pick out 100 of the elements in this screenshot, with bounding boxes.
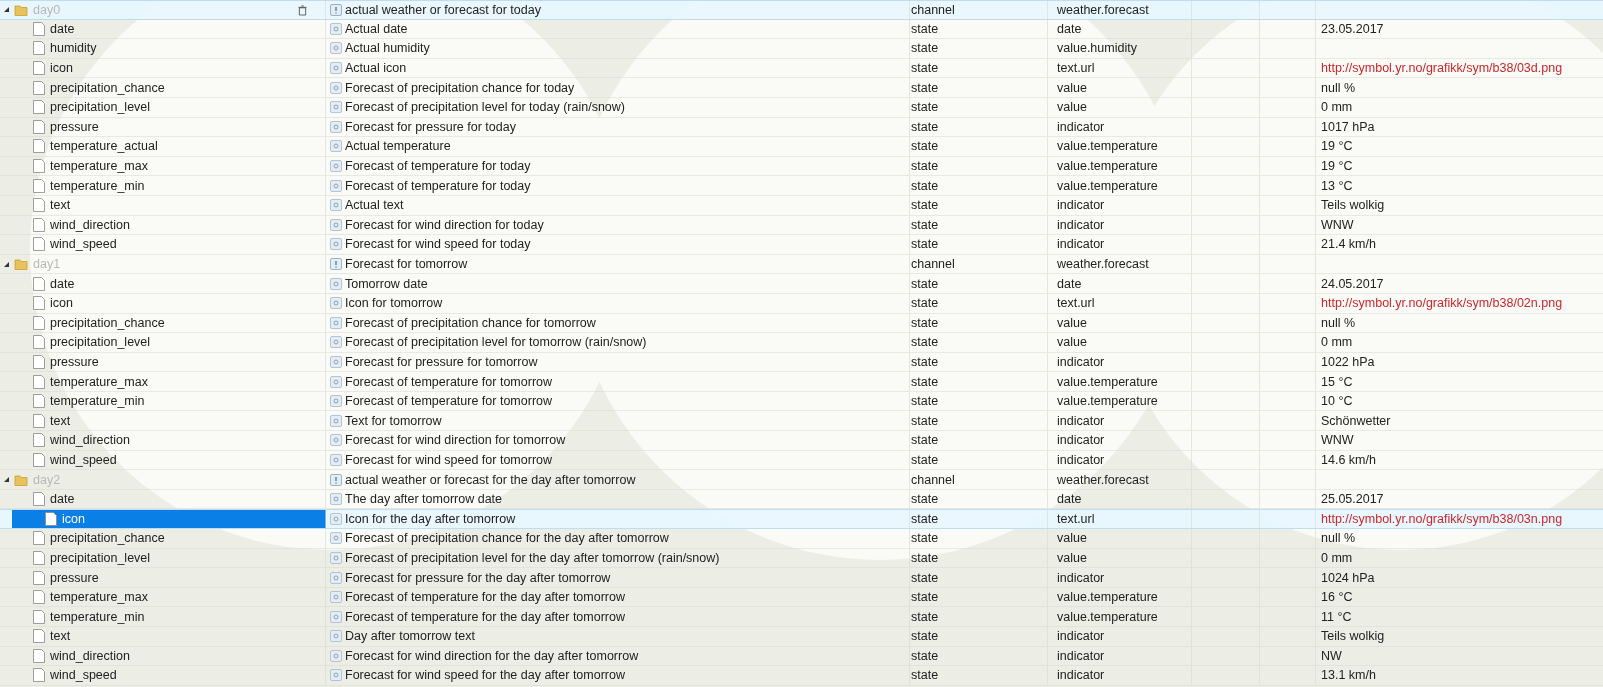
state-name[interactable]: icon bbox=[62, 512, 85, 527]
state-name[interactable]: wind_direction bbox=[50, 648, 130, 663]
role-text: value bbox=[1057, 315, 1087, 330]
value-text: null % bbox=[1321, 531, 1356, 546]
role-text: indicator bbox=[1057, 648, 1105, 663]
file-icon bbox=[33, 178, 45, 193]
value-text: 1022 hPa bbox=[1321, 355, 1375, 369]
state-name[interactable]: wind_speed bbox=[50, 237, 117, 252]
state-name[interactable]: temperature_max bbox=[50, 374, 148, 389]
type-text: state bbox=[911, 80, 939, 95]
file-icon bbox=[33, 629, 45, 644]
type-text: state bbox=[911, 335, 939, 350]
role-text: weather.forecast bbox=[1057, 472, 1149, 487]
trash-icon[interactable] bbox=[298, 5, 307, 16]
state-name[interactable]: precipitation_chance bbox=[50, 531, 165, 546]
state-icon bbox=[330, 81, 342, 94]
role-text: date bbox=[1057, 21, 1082, 36]
file-icon bbox=[33, 21, 45, 36]
description-text: Forecast of precipitation level for the day after tomorrow (rain/snow) bbox=[345, 550, 720, 565]
state-icon bbox=[330, 277, 342, 290]
state-name[interactable]: wind_direction bbox=[50, 433, 130, 448]
value-text: 19 °C bbox=[1321, 159, 1353, 174]
description-text: Forecast of precipitation chance for today bbox=[345, 80, 575, 95]
state-name[interactable]: text bbox=[50, 629, 71, 644]
description-text: Forecast of temperature for the day after tomorrow bbox=[345, 609, 625, 624]
role-text: weather.forecast bbox=[1057, 2, 1149, 17]
state-name[interactable]: precipitation_level bbox=[50, 335, 151, 350]
state-name[interactable]: icon bbox=[50, 61, 73, 76]
state-icon bbox=[330, 395, 342, 408]
file-icon bbox=[33, 100, 45, 115]
description-text: Day after tomorrow text bbox=[345, 629, 475, 644]
description-text: Forecast of precipitation level for today (rain/snow) bbox=[345, 100, 625, 115]
state-name[interactable]: temperature_min bbox=[50, 609, 145, 624]
state-name[interactable]: temperature_min bbox=[50, 394, 145, 409]
type-text: state bbox=[911, 21, 939, 36]
channel-icon bbox=[330, 3, 342, 16]
state-icon bbox=[330, 336, 342, 349]
type-text: state bbox=[911, 119, 939, 134]
type-text: channel bbox=[911, 257, 955, 271]
role-text: value.temperature bbox=[1057, 394, 1158, 409]
state-icon bbox=[330, 630, 342, 643]
type-text: state bbox=[911, 648, 939, 663]
description-text: Forecast of temperature for tomorrow bbox=[345, 374, 553, 389]
expand-toggle[interactable] bbox=[4, 477, 9, 483]
role-text: weather.forecast bbox=[1057, 257, 1149, 271]
type-text: state bbox=[911, 570, 939, 585]
state-name[interactable]: precipitation_chance bbox=[50, 80, 165, 95]
role-text: value.temperature bbox=[1057, 178, 1158, 193]
description-text: Forecast of temperature for the day after tomorrow bbox=[345, 590, 625, 605]
type-text: state bbox=[911, 609, 939, 624]
value-text: 0 mm bbox=[1321, 100, 1353, 115]
state-icon bbox=[330, 551, 342, 564]
url-value: http://symbol.yr.no/grafikk/sym/b38/03d.png bbox=[1321, 61, 1563, 76]
value-text: 11 °C bbox=[1321, 609, 1352, 624]
state-name[interactable]: temperature_actual bbox=[50, 139, 158, 154]
state-name[interactable]: wind_direction bbox=[50, 217, 130, 232]
expand-toggle[interactable] bbox=[4, 261, 9, 267]
state-name[interactable]: wind_speed bbox=[50, 668, 117, 683]
state-name[interactable]: date bbox=[50, 492, 75, 507]
value-text: 10 °C bbox=[1321, 394, 1353, 409]
value-text: 16 °C bbox=[1321, 590, 1353, 605]
type-text: state bbox=[911, 452, 939, 467]
state-name[interactable]: wind_speed bbox=[50, 452, 117, 467]
expand-toggle[interactable] bbox=[4, 7, 9, 13]
role-text: date bbox=[1057, 492, 1082, 507]
state-name[interactable]: temperature_max bbox=[50, 590, 148, 605]
type-text: state bbox=[911, 276, 939, 291]
description-text: Forecast for pressure for the day after tomorrow bbox=[345, 570, 611, 585]
state-icon bbox=[330, 669, 342, 682]
type-text: state bbox=[911, 512, 939, 527]
role-text: value bbox=[1057, 80, 1087, 95]
state-name[interactable]: precipitation_level bbox=[50, 550, 151, 565]
state-icon bbox=[330, 120, 342, 133]
state-name[interactable]: precipitation_chance bbox=[50, 315, 165, 330]
type-text: state bbox=[911, 668, 939, 683]
state-icon bbox=[330, 591, 342, 604]
file-icon bbox=[33, 315, 45, 330]
type-text: state bbox=[911, 237, 939, 252]
state-name[interactable]: text bbox=[50, 198, 71, 213]
state-name[interactable]: precipitation_level bbox=[50, 100, 151, 115]
state-name[interactable]: temperature_min bbox=[50, 178, 145, 193]
state-name[interactable]: pressure bbox=[50, 355, 99, 369]
state-name[interactable]: humidity bbox=[50, 41, 97, 56]
role-text: value bbox=[1057, 335, 1087, 350]
state-name[interactable]: date bbox=[50, 21, 75, 36]
role-text: indicator bbox=[1057, 119, 1105, 134]
state-name[interactable]: pressure bbox=[50, 119, 99, 134]
file-icon bbox=[45, 512, 57, 527]
state-name[interactable]: temperature_max bbox=[50, 159, 148, 174]
state-icon bbox=[330, 101, 342, 114]
description-text: Forecast for wind direction for tomorrow bbox=[345, 433, 566, 448]
state-name[interactable]: text bbox=[50, 413, 71, 428]
role-text: indicator bbox=[1057, 413, 1105, 428]
state-name[interactable]: date bbox=[50, 276, 75, 291]
description-text: actual weather or forecast for today bbox=[345, 2, 541, 17]
state-name[interactable]: pressure bbox=[50, 570, 99, 585]
type-text: state bbox=[911, 100, 939, 115]
state-name[interactable]: icon bbox=[50, 296, 73, 311]
value-text: Teils wolkig bbox=[1321, 629, 1385, 644]
channel-icon bbox=[330, 258, 342, 270]
